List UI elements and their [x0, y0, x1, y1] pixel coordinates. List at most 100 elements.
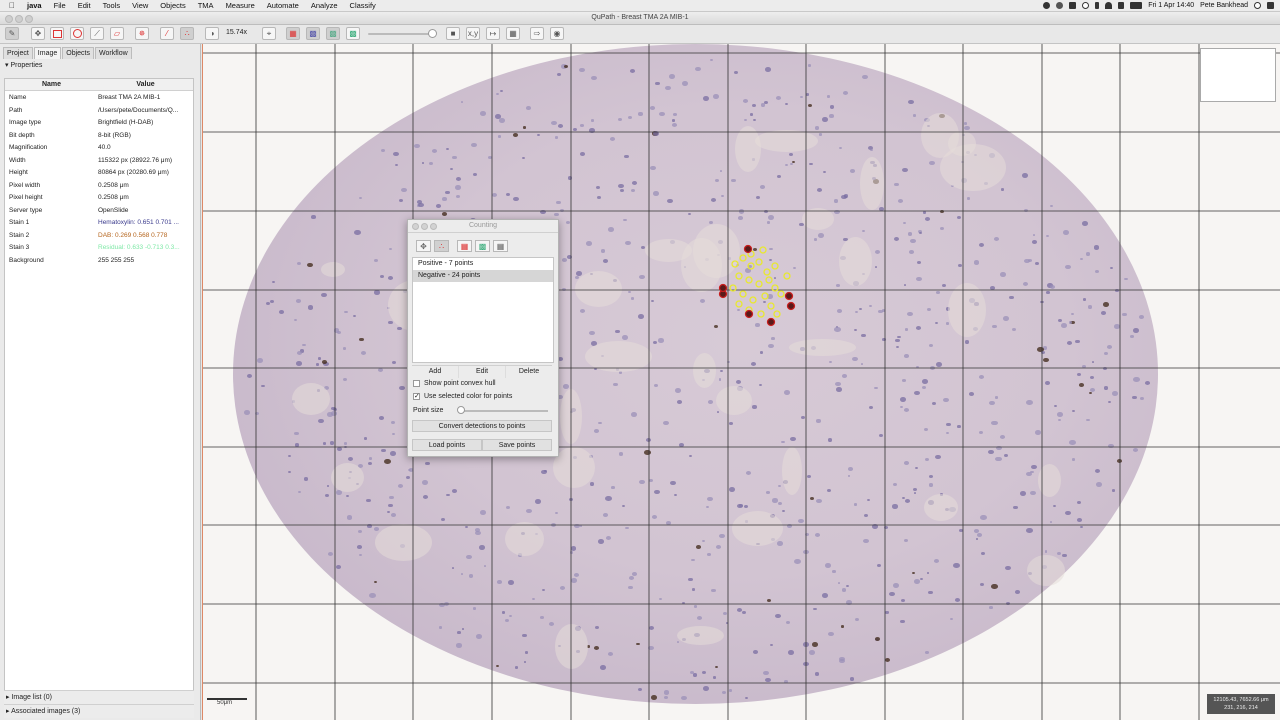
show-overview-icon[interactable]: ■ — [446, 27, 460, 40]
table-row[interactable]: Stain 1 Hematoxylin: 0.651 0.701 ... — [5, 217, 193, 230]
spotlight-icon[interactable] — [1254, 2, 1261, 9]
convex-hull-checkbox[interactable]: Show point convex hull — [413, 380, 496, 387]
notifications-icon[interactable] — [1267, 2, 1274, 9]
table-row[interactable]: Background 255 255 255 — [5, 255, 193, 268]
selected-color-checkbox[interactable]: ✓ Use selected color for points — [413, 393, 512, 400]
show-grid-icon[interactable]: ▦ — [506, 27, 520, 40]
menu-measure[interactable]: Measure — [220, 1, 261, 10]
menu-tools[interactable]: Tools — [97, 1, 127, 10]
measurement-map-icon[interactable]: ⇨ — [530, 27, 544, 40]
screenshot-icon[interactable]: ◉ — [550, 27, 564, 40]
column-name[interactable]: Name — [5, 79, 98, 90]
clock[interactable]: Fri 1 Apr 14:40 — [1148, 2, 1194, 9]
move-tool-icon[interactable]: ✥ — [416, 240, 431, 252]
show-scalebar-icon[interactable]: ↦ — [486, 27, 500, 40]
menu-java[interactable]: java — [21, 1, 48, 10]
negative-point[interactable] — [759, 246, 767, 254]
negative-point[interactable] — [745, 276, 753, 284]
show-annotations-icon[interactable]: ▦ — [457, 240, 472, 252]
edit-button[interactable]: Edit — [459, 366, 506, 378]
table-row[interactable]: Width 115322 px (28922.76 μm) — [5, 155, 193, 168]
show-tma-grid-icon[interactable]: ▩ — [306, 27, 320, 40]
negative-point[interactable] — [735, 300, 743, 308]
negative-point[interactable] — [783, 272, 791, 280]
wifi-icon[interactable] — [1105, 2, 1113, 9]
bluetooth-icon[interactable] — [1095, 2, 1100, 9]
brush-tool-icon[interactable]: ✎ — [5, 27, 19, 40]
negative-point[interactable] — [735, 272, 743, 280]
dialog-close-button[interactable] — [412, 223, 419, 230]
negative-point[interactable] — [773, 310, 781, 318]
show-annotations-icon[interactable]: ▦ — [286, 27, 300, 40]
menu-classify[interactable]: Classify — [344, 1, 382, 10]
tab-objects[interactable]: Objects — [62, 47, 94, 59]
ellipse-tool-icon[interactable] — [70, 27, 84, 40]
negative-point[interactable] — [729, 284, 737, 292]
image-viewer[interactable]: 50μm 12105.43, 7652.66 μm 231, 216, 214 — [202, 44, 1280, 720]
checkmark-icon[interactable]: ✓ — [413, 393, 420, 400]
negative-point[interactable] — [771, 262, 779, 270]
save-points-button[interactable]: Save points — [482, 439, 552, 451]
fill-detections-icon[interactable]: ▩ — [346, 27, 360, 40]
load-points-button[interactable]: Load points — [412, 439, 482, 451]
display-icon[interactable] — [1069, 2, 1077, 9]
list-item[interactable]: Positive - 7 points — [413, 258, 553, 270]
column-value[interactable]: Value — [98, 79, 193, 90]
minimize-window-button[interactable] — [15, 15, 23, 23]
negative-point[interactable] — [749, 296, 757, 304]
negative-point[interactable] — [739, 290, 747, 298]
checkbox-box[interactable] — [413, 380, 420, 387]
opacity-slider-thumb[interactable] — [428, 29, 437, 38]
convert-detections-button[interactable]: Convert detections to points — [412, 420, 552, 432]
line-tool-icon[interactable]: ⟋ — [90, 27, 104, 40]
menu-automate[interactable]: Automate — [261, 1, 305, 10]
zoom-window-button[interactable] — [25, 15, 33, 23]
table-row[interactable]: Pixel height 0.2508 μm — [5, 192, 193, 205]
show-grid-icon[interactable]: ▦ — [493, 240, 508, 252]
negative-point[interactable] — [747, 262, 755, 270]
dropbox-icon[interactable] — [1056, 2, 1064, 9]
table-row[interactable]: Magnification 40.0 — [5, 142, 193, 155]
positive-point[interactable] — [784, 291, 794, 301]
negative-point[interactable] — [771, 284, 779, 292]
tab-project[interactable]: Project — [3, 47, 33, 59]
user-name[interactable]: Pete Bankhead — [1200, 2, 1248, 9]
apple-icon[interactable]:  — [0, 1, 21, 10]
table-row[interactable]: Path/Users/pete/Documents/Q... — [5, 105, 193, 118]
dialog-titlebar[interactable]: Counting — [408, 220, 558, 233]
close-window-button[interactable] — [5, 15, 13, 23]
zoom-to-fit-icon[interactable]: ⌖ — [262, 27, 276, 40]
battery-icon[interactable] — [1130, 2, 1143, 9]
menu-tma[interactable]: TMA — [192, 1, 220, 10]
associated-images-section[interactable]: ▸ Associated images (3) — [4, 704, 194, 718]
negative-point[interactable] — [761, 292, 769, 300]
tab-image[interactable]: Image — [33, 47, 62, 59]
show-location-icon[interactable]: x,y — [466, 27, 480, 40]
dialog-zoom-button[interactable] — [430, 223, 437, 230]
positive-point[interactable] — [743, 244, 753, 254]
positive-point[interactable] — [718, 283, 728, 293]
point-size-slider[interactable] — [458, 410, 548, 412]
show-detections-icon[interactable]: ▩ — [326, 27, 340, 40]
list-item[interactable]: Negative - 24 points — [413, 270, 553, 282]
opacity-slider[interactable] — [368, 33, 434, 35]
table-row[interactable]: Pixel width 0.2508 μm — [5, 180, 193, 193]
positive-point[interactable] — [744, 309, 754, 319]
table-row[interactable]: Stain 3 Residual: 0.633 -0.713 0.3... — [5, 242, 193, 255]
dialog-minimize-button[interactable] — [421, 223, 428, 230]
negative-point[interactable] — [777, 290, 785, 298]
show-detections-icon[interactable]: ▩ — [475, 240, 490, 252]
negative-point[interactable] — [765, 276, 773, 284]
points-tool-icon[interactable]: ∴ — [180, 27, 194, 40]
record-icon[interactable] — [1043, 2, 1051, 9]
point-size-slider-thumb[interactable] — [457, 406, 465, 414]
positive-point[interactable] — [766, 317, 776, 327]
table-row[interactable]: Bit depth 8-bit (RGB) — [5, 130, 193, 143]
table-row[interactable]: Image type Brightfield (H-DAB) — [5, 117, 193, 130]
menu-analyze[interactable]: Analyze — [305, 1, 344, 10]
negative-point[interactable] — [731, 260, 739, 268]
negative-point[interactable] — [755, 258, 763, 266]
image-list-section[interactable]: ▸ Image list (0) — [4, 690, 194, 704]
volume-icon[interactable] — [1118, 2, 1125, 9]
rectangle-tool-icon[interactable] — [50, 27, 64, 40]
